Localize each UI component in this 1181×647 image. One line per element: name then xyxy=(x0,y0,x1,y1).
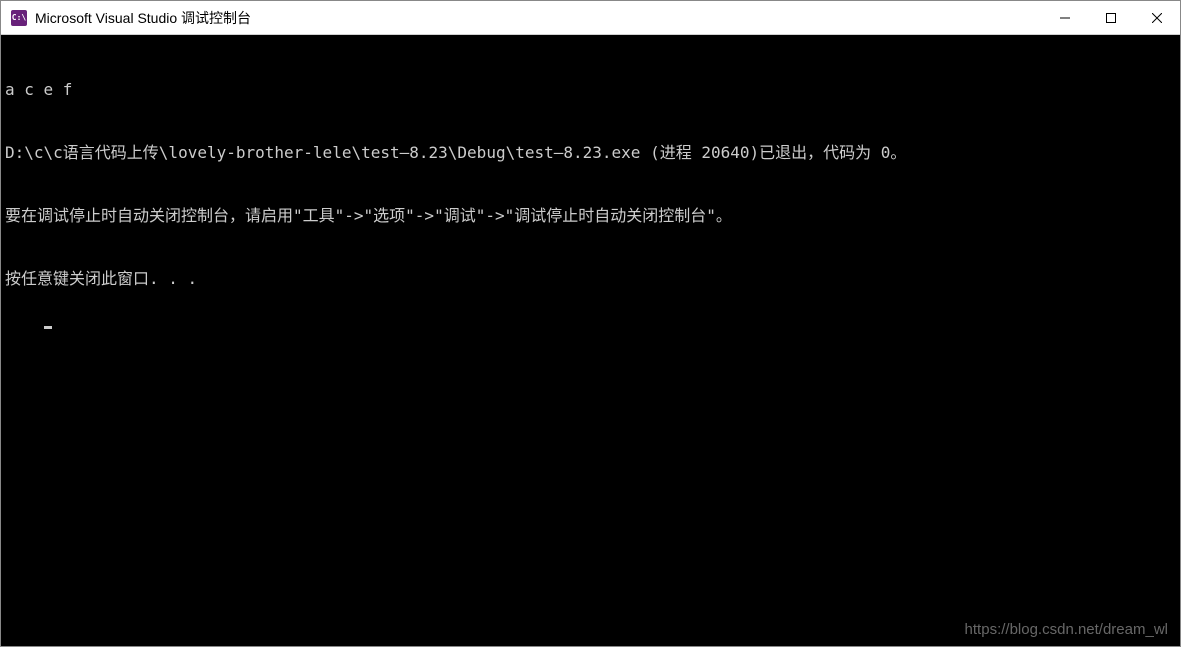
console-line: D:\c\c语言代码上传\lovely-brother-lele\test—8.… xyxy=(5,142,1176,163)
cursor xyxy=(44,326,52,329)
console-output[interactable]: a c e f D:\c\c语言代码上传\lovely-brother-lele… xyxy=(1,35,1180,646)
window-controls xyxy=(1042,1,1180,34)
close-button[interactable] xyxy=(1134,1,1180,34)
console-line: 按任意键关闭此窗口. . . xyxy=(5,268,1176,289)
watermark: https://blog.csdn.net/dream_wl xyxy=(965,619,1168,640)
titlebar[interactable]: C:\ Microsoft Visual Studio 调试控制台 xyxy=(1,1,1180,35)
maximize-button[interactable] xyxy=(1088,1,1134,34)
app-icon-text: C:\ xyxy=(12,13,26,22)
close-icon xyxy=(1152,13,1162,23)
app-icon: C:\ xyxy=(11,10,27,26)
window-title: Microsoft Visual Studio 调试控制台 xyxy=(35,8,1042,28)
console-line: 要在调试停止时自动关闭控制台，请启用"工具"->"选项"->"调试"->"调试停… xyxy=(5,205,1176,226)
minimize-button[interactable] xyxy=(1042,1,1088,34)
minimize-icon xyxy=(1060,13,1070,23)
console-line: a c e f xyxy=(5,79,1176,100)
window-frame: C:\ Microsoft Visual Studio 调试控制台 xyxy=(0,0,1181,647)
maximize-icon xyxy=(1106,13,1116,23)
